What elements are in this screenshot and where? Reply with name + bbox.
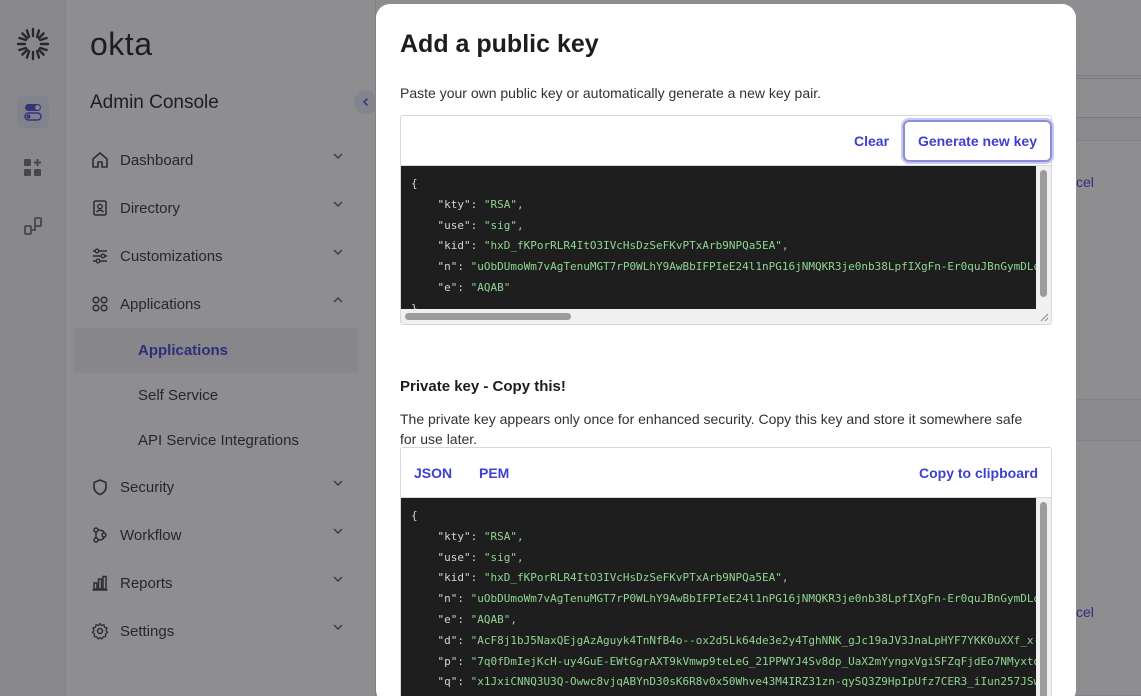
private-key-code: { "kty": "RSA", "use": "sig", "kid": "hx… <box>411 506 1051 696</box>
code-line: "q": "x1JxiCNNQ3U3Q-Owwc8vjqABYnD30sK6R8… <box>411 675 1047 689</box>
private-key-viewer: JSON PEM Copy to clipboard { "kty": "RSA… <box>400 447 1052 696</box>
code-line: "p": "7q0fDmIejKcH-uy4GuE-EWtGgrAXT9kVmw… <box>411 654 1047 668</box>
add-public-key-dialog: Add a public key Paste your own public k… <box>376 4 1076 696</box>
resize-handle-icon[interactable] <box>1040 313 1049 322</box>
code-line: "use": "sig", <box>411 218 524 232</box>
clear-button[interactable]: Clear <box>854 133 889 149</box>
code-line: "kty": "RSA", <box>411 529 524 543</box>
vertical-scrollbar[interactable] <box>1036 166 1051 309</box>
public-key-textarea[interactable]: { "kty": "RSA", "use": "sig", "kid": "hx… <box>401 166 1051 324</box>
code-line: { <box>411 509 418 522</box>
public-key-editor: Clear Generate new key { "kty": "RSA", "… <box>400 115 1055 325</box>
private-key-code-area: { "kty": "RSA", "use": "sig", "kid": "hx… <box>401 498 1051 696</box>
code-line: "kty": "RSA", <box>411 197 524 211</box>
scrollbar-thumb[interactable] <box>405 313 571 320</box>
code-line: "e": "AQAB", <box>411 612 517 626</box>
code-line: "n": "uObDUmoWm7vAgTenuMGT7rP0WLhY9AwBbI… <box>411 592 1047 606</box>
public-key-code: { "kty": "RSA", "use": "sig", "kid": "hx… <box>411 174 1047 320</box>
private-key-heading: Private key - Copy this! <box>400 378 566 395</box>
generate-new-key-button[interactable]: Generate new key <box>900 118 1055 164</box>
vertical-scrollbar[interactable] <box>1036 498 1051 696</box>
code-line: "d": "AcF8j1bJ5NaxQEjgAzAguyk4TnNfB4o--o… <box>411 633 1047 647</box>
code-line: "n": "uObDUmoWm7vAgTenuMGT7rP0WLhY9AwBbI… <box>411 260 1047 274</box>
private-key-toolbar: JSON PEM Copy to clipboard <box>401 448 1051 498</box>
scrollbar-thumb[interactable] <box>1040 502 1047 696</box>
private-key-description: The private key appears only once for en… <box>400 411 1023 447</box>
code-line: "kid": "hxD_fKPorRLR4ItO3IVcHsDzSeFKvPTx… <box>411 571 789 585</box>
scrollbar-thumb[interactable] <box>1040 170 1047 297</box>
dialog-title: Add a public key <box>400 30 599 58</box>
dialog-description: Paste your own public key or automatical… <box>400 85 822 101</box>
tab-pem[interactable]: PEM <box>479 465 509 481</box>
tab-json[interactable]: JSON <box>414 465 452 481</box>
horizontal-scrollbar[interactable] <box>401 309 1051 324</box>
code-line: "use": "sig", <box>411 550 524 564</box>
code-line: "e": "AQAB" <box>411 280 511 294</box>
public-key-toolbar: Clear Generate new key <box>401 116 1055 166</box>
copy-to-clipboard-button[interactable]: Copy to clipboard <box>919 465 1038 481</box>
code-line: "kid": "hxD_fKPorRLR4ItO3IVcHsDzSeFKvPTx… <box>411 239 789 253</box>
code-line: { <box>411 177 418 190</box>
